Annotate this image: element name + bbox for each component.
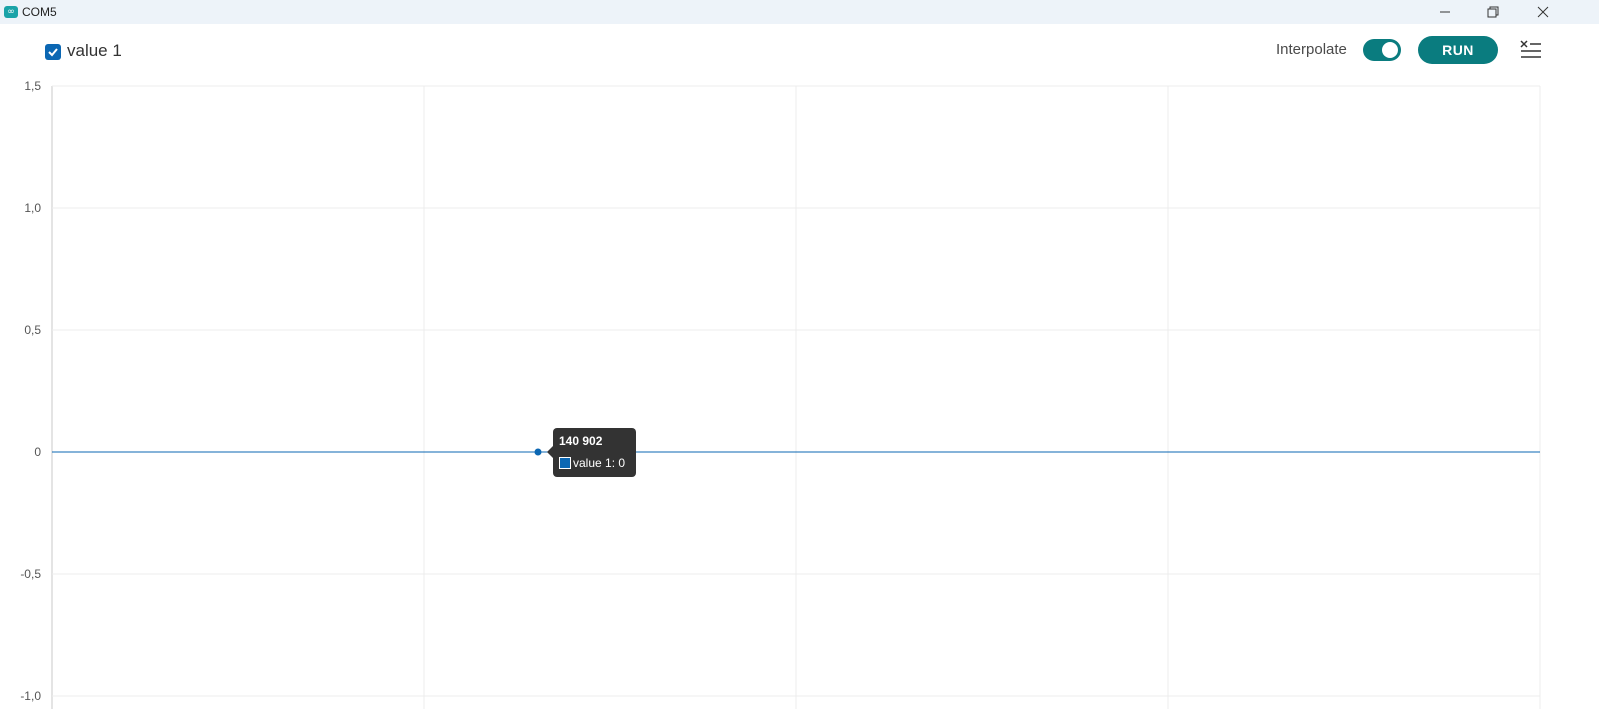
tooltip-swatch [559, 457, 571, 469]
y-tick-label: 0 [34, 445, 41, 459]
grid [51, 85, 1541, 709]
y-axis-ticks: 1,5 1,0 0,5 0 -0,5 -1,0 [20, 79, 41, 703]
y-tick-label: -0,5 [20, 567, 41, 581]
plot-area: 1,5 1,0 0,5 0 -0,5 -1,0 [20, 79, 1541, 709]
clear-button[interactable] [1520, 40, 1542, 60]
arduino-icon: ∞ [4, 6, 18, 18]
tooltip-entry: value 1: 0 [573, 456, 626, 470]
y-tick-label: -1,0 [20, 689, 41, 703]
run-button[interactable]: RUN [1418, 36, 1498, 64]
series-checkbox[interactable] [45, 44, 61, 60]
interpolate-label: Interpolate [1276, 41, 1347, 58]
close-icon [1537, 6, 1549, 18]
window-title: COM5 [22, 5, 57, 19]
toggle-knob [1382, 42, 1398, 58]
interpolate-toggle[interactable] [1363, 39, 1401, 61]
series-label[interactable]: value 1 [67, 41, 122, 61]
close-button[interactable] [1520, 0, 1566, 24]
restore-icon [1487, 6, 1499, 18]
minimize-button[interactable] [1422, 0, 1468, 24]
tooltip: 140 902 value 1: 0 [547, 428, 636, 477]
hover-point [534, 448, 542, 456]
y-tick-label: 1,5 [24, 79, 41, 93]
tooltip-title: 140 902 [559, 434, 603, 448]
title-bar: ∞ COM5 [0, 0, 1599, 24]
restore-button[interactable] [1470, 0, 1516, 24]
checkmark-icon [48, 48, 58, 57]
y-tick-label: 0,5 [24, 323, 41, 337]
clear-list-icon [1520, 40, 1541, 58]
minimize-icon [1440, 11, 1450, 13]
y-tick-label: 1,0 [24, 201, 41, 215]
